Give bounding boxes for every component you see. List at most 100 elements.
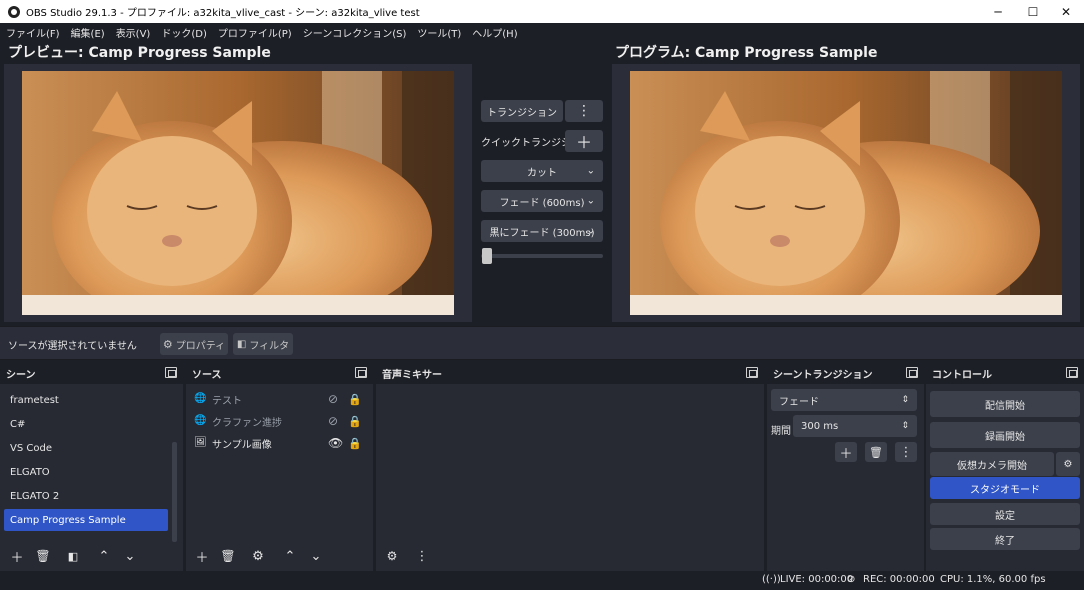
menu-scene-collection[interactable]: シーンコレクション(S) xyxy=(303,25,407,40)
transition-menu-button[interactable]: ⋮ xyxy=(565,100,603,122)
remove-transition-button[interactable]: 🗑 xyxy=(865,442,887,462)
menu-profile[interactable]: プロファイル(P) xyxy=(218,25,292,40)
status-bar: ((·)) LIVE: 00:00:00 ⊘ REC: 00:00:00 CPU… xyxy=(0,571,1084,590)
add-transition-button[interactable]: ＋ xyxy=(835,442,857,462)
source-item[interactable]: 🖼 サンプル画像 👁 🔒 xyxy=(194,433,362,453)
controls-dock: コントロール 配信開始 録画開始 仮想カメラ開始 ⚙ スタジオモード 設定 終了 xyxy=(926,362,1084,571)
transition-button[interactable]: トランジション xyxy=(481,100,563,122)
scene-filters-button[interactable]: ◧ xyxy=(63,546,83,566)
lock-icon[interactable]: 🔒 xyxy=(348,437,362,450)
add-quick-transition-button[interactable]: ＋ xyxy=(565,130,603,152)
menu-edit[interactable]: 編集(E) xyxy=(71,25,105,40)
undock-icon[interactable] xyxy=(165,367,177,378)
undock-icon[interactable] xyxy=(906,367,918,378)
quick-transition-fade-label: フェード (600ms) xyxy=(499,197,585,209)
gear-icon: ⚙ xyxy=(162,337,173,351)
source-item[interactable]: 🌐 クラファン進捗 ⊘ 🔒 xyxy=(194,411,362,431)
maximize-button[interactable]: ☐ xyxy=(1015,0,1051,23)
remove-scene-button[interactable]: 🗑 xyxy=(33,546,53,566)
streaming-signal-icon: ((·)) xyxy=(762,574,781,585)
spin-arrows-icon[interactable]: ⇕ xyxy=(901,421,909,431)
transition-type-value: フェード xyxy=(779,396,819,408)
undock-icon[interactable] xyxy=(746,367,758,378)
menu-view[interactable]: 表示(V) xyxy=(116,25,151,40)
preview-pane[interactable] xyxy=(4,64,472,322)
controls-dock-header: コントロール xyxy=(926,362,1084,384)
duration-value: 300 ms xyxy=(801,420,839,432)
scenes-scrollbar[interactable] xyxy=(172,442,177,542)
rec-timer: REC: 00:00:00 xyxy=(863,574,935,585)
audio-advanced-settings-button[interactable]: ⚙ xyxy=(382,546,402,566)
scene-transitions-title: シーントランジション xyxy=(773,369,873,381)
tbar-track[interactable] xyxy=(481,254,603,258)
audio-mixer-dock-header: 音声ミキサー xyxy=(376,362,764,384)
studio-mode-button[interactable]: スタジオモード xyxy=(930,477,1080,499)
audio-mixer-title: 音声ミキサー xyxy=(382,369,442,381)
lock-icon[interactable]: 🔒 xyxy=(348,393,362,406)
eye-off-icon[interactable]: ⊘ xyxy=(328,392,338,406)
source-name: クラファン進捗 xyxy=(212,417,282,429)
minimize-button[interactable]: ─ xyxy=(980,0,1016,23)
gear-icon: ⚙ xyxy=(1063,458,1073,470)
lock-icon[interactable]: 🔒 xyxy=(348,415,362,428)
properties-button[interactable]: ⚙ プロパティ xyxy=(160,333,228,355)
move-source-down-button[interactable]: ⌄ xyxy=(306,546,326,566)
audio-mixer-dock: 音声ミキサー ⚙ ⋮ xyxy=(376,362,764,571)
image-icon: 🖼 xyxy=(194,437,207,448)
menu-tools[interactable]: ツール(T) xyxy=(417,25,461,40)
move-source-up-button[interactable]: ⌃ xyxy=(280,546,300,566)
globe-icon: 🌐 xyxy=(194,393,207,404)
menu-bar: ファイル(F) 編集(E) 表示(V) ドック(D) プロファイル(P) シーン… xyxy=(0,23,1084,41)
undock-icon[interactable] xyxy=(1066,367,1078,378)
source-properties-button[interactable]: ⚙ xyxy=(248,546,268,566)
add-scene-button[interactable]: ＋ xyxy=(7,546,27,566)
chevron-down-icon: ⌄ xyxy=(586,165,595,177)
scene-item[interactable]: VS Code xyxy=(4,437,168,459)
scene-item[interactable]: C# xyxy=(4,413,168,435)
controls-title: コントロール xyxy=(932,369,992,381)
scene-item[interactable]: ELGATO xyxy=(4,461,168,483)
start-streaming-button[interactable]: 配信開始 xyxy=(930,391,1080,417)
menu-dock[interactable]: ドック(D) xyxy=(161,25,207,40)
source-name: テスト xyxy=(212,395,242,407)
virtual-camera-settings-button[interactable]: ⚙ xyxy=(1056,452,1080,476)
undock-icon[interactable] xyxy=(355,367,367,378)
scene-item-selected[interactable]: Camp Progress Sample xyxy=(4,509,168,531)
sources-dock-header: ソース xyxy=(186,362,373,384)
quick-transition-fade[interactable]: フェード (600ms) ⌄ xyxy=(481,190,603,212)
close-button[interactable]: ✕ xyxy=(1048,0,1084,23)
scene-item[interactable]: frametest xyxy=(4,389,168,411)
globe-icon: 🌐 xyxy=(194,415,207,426)
audio-mixer-menu-button[interactable]: ⋮ xyxy=(412,546,432,566)
transition-type-select[interactable]: フェード ⇕ xyxy=(771,389,917,411)
source-item[interactable]: 🌐 テスト ⊘ 🔒 xyxy=(194,389,362,409)
transition-properties-button[interactable]: ⋮ xyxy=(895,442,917,462)
settings-button[interactable]: 設定 xyxy=(930,503,1080,525)
menu-help[interactable]: ヘルプ(H) xyxy=(472,25,517,40)
eye-off-icon[interactable]: ⊘ xyxy=(328,414,338,428)
sources-dock: ソース 🌐 テスト ⊘ 🔒 🌐 クラファン進捗 ⊘ 🔒 🖼 サンプル画像 👁 🔒… xyxy=(186,362,373,571)
filters-label: フィルタ xyxy=(249,340,290,352)
move-scene-down-button[interactable]: ⌄ xyxy=(120,546,140,566)
duration-spinbox[interactable]: 300 ms ⇕ xyxy=(793,415,917,437)
live-timer: LIVE: 00:00:00 xyxy=(780,574,854,585)
start-recording-button[interactable]: 録画開始 xyxy=(930,422,1080,448)
scene-item[interactable]: ELGATO 2 xyxy=(4,485,168,507)
start-virtual-camera-button[interactable]: 仮想カメラ開始 xyxy=(930,452,1054,476)
preview-image xyxy=(22,71,454,315)
quick-transition-fade-black-label: 黒にフェード (300ms) xyxy=(489,227,595,239)
program-pane xyxy=(612,64,1080,322)
tbar-handle[interactable] xyxy=(482,248,492,264)
sources-title: ソース xyxy=(192,369,222,381)
quick-transition-fade-black[interactable]: 黒にフェード (300ms) ⌄ xyxy=(481,220,603,242)
source-toolbar: ソースが選択されていません ⚙ プロパティ ◧ フィルタ xyxy=(0,326,1084,360)
move-scene-up-button[interactable]: ⌃ xyxy=(94,546,114,566)
menu-file[interactable]: ファイル(F) xyxy=(6,25,60,40)
quick-transition-cut[interactable]: カット ⌄ xyxy=(481,160,603,182)
filters-button[interactable]: ◧ フィルタ xyxy=(233,333,293,355)
remove-source-button[interactable]: 🗑 xyxy=(218,546,238,566)
exit-button[interactable]: 終了 xyxy=(930,528,1080,550)
eye-icon[interactable]: 👁 xyxy=(328,436,343,450)
chevron-down-icon: ⌄ xyxy=(586,195,595,207)
add-source-button[interactable]: ＋ xyxy=(192,546,212,566)
